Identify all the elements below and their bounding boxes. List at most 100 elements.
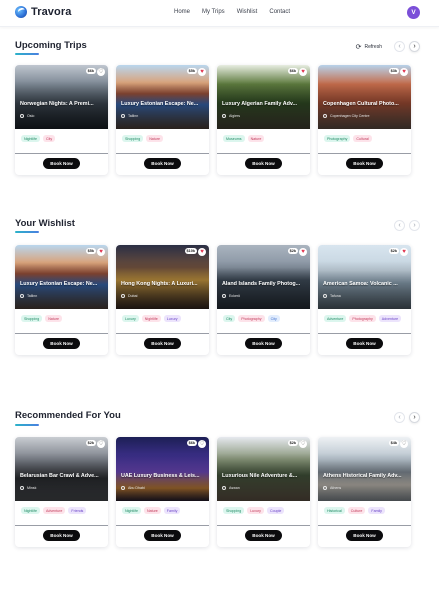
trip-title: American Samoa: Volcanic ...	[323, 281, 398, 287]
heart-icon[interactable]: ♡	[400, 440, 408, 448]
trip-image[interactable]: $2k ♡ Luxurious Nile Adventure &... Aswan	[217, 437, 310, 501]
book-now-button[interactable]: Book Now	[245, 158, 282, 169]
book-now-button[interactable]: Book Now	[346, 530, 383, 541]
nav-contact[interactable]: Contact	[269, 9, 290, 15]
tag-list: Nightlife City	[15, 129, 108, 153]
card-divider	[318, 525, 411, 526]
book-now-button[interactable]: Book Now	[43, 338, 80, 349]
trip-title: UAE Luxury Business & Leis...	[121, 473, 200, 479]
trip-card[interactable]: $5k ♥ Luxury Estonian Escape: Ne... Tallinn…	[15, 245, 108, 355]
nav-wishlist[interactable]: Wishlist	[237, 9, 258, 15]
heart-icon[interactable]: ♥	[299, 248, 307, 256]
book-now-button[interactable]: Book Now	[245, 338, 282, 349]
trip-location: Tafuna	[323, 294, 341, 298]
trip-card[interactable]: $6k ♡ UAE Luxury Business & Leis... Abu Dha…	[116, 437, 209, 547]
price-badge: $10k	[184, 248, 197, 254]
tag-list: Nightlife Adventure Friends	[15, 501, 108, 525]
heart-icon[interactable]: ♡	[97, 68, 105, 76]
carousel-prev-button[interactable]: ‹	[394, 412, 405, 423]
book-now-button[interactable]: Book Now	[245, 530, 282, 541]
image-overlay	[217, 245, 310, 309]
tag-chip: Family	[368, 507, 385, 514]
card-divider	[15, 525, 108, 526]
trip-title: Belarusian Bar Crawl & Adve...	[20, 473, 99, 479]
trip-card[interactable]: $2k ♡ Luxurious Nile Adventure &... Aswan Sh…	[217, 437, 310, 547]
price-badge: $2k	[287, 440, 298, 446]
refresh-button[interactable]: ⟳ Refresh	[356, 43, 382, 51]
card-divider	[217, 153, 310, 154]
location-pin-icon	[222, 294, 226, 298]
book-now-button[interactable]: Book Now	[144, 158, 181, 169]
nav-home[interactable]: Home	[174, 9, 190, 15]
trip-image[interactable]: $6k ♡ UAE Luxury Business & Leis... Abu Dha…	[116, 437, 209, 501]
location-pin-icon	[323, 294, 327, 298]
trip-card[interactable]: $6k ♡ Norwegian Nights: A Premi... Oslo Nigh…	[15, 65, 108, 175]
location-pin-icon	[20, 114, 24, 118]
trip-image[interactable]: $6k ♥ Luxury Algerian Family Adv... Algiers	[217, 65, 310, 129]
trip-image[interactable]: $4k ♡ Athens Historical Family Adv... Athen…	[318, 437, 411, 501]
heart-icon[interactable]: ♡	[299, 440, 307, 448]
trip-image[interactable]: $5k ♥ Luxury Estonian Escape: Ne... Tallinn	[116, 65, 209, 129]
location-label: Tafuna	[330, 294, 341, 298]
carousel-prev-button[interactable]: ‹	[394, 220, 405, 231]
carousel-next-button[interactable]: ›	[409, 412, 420, 423]
tag-chip: Museums	[223, 135, 245, 142]
globe-logo-icon	[15, 6, 27, 18]
trip-card[interactable]: $5k ♥ Luxury Estonian Escape: Ne... Tallinn…	[116, 65, 209, 175]
heart-icon[interactable]: ♡	[198, 440, 206, 448]
book-now-button[interactable]: Book Now	[346, 338, 383, 349]
trip-image[interactable]: $10k ♥ Hong Kong Nights: A Luxuri... Dubai	[116, 245, 209, 309]
trip-image[interactable]: $2k ♡ Belarusian Bar Crawl & Adve... Minsk	[15, 437, 108, 501]
heart-icon[interactable]: ♥	[400, 248, 408, 256]
tag-list: City Photography City	[217, 309, 310, 333]
book-now-button[interactable]: Book Now	[346, 158, 383, 169]
location-pin-icon	[20, 294, 24, 298]
location-label: Algiers	[229, 114, 240, 118]
tag-chip: City	[267, 315, 280, 322]
image-overlay	[116, 437, 209, 501]
tag-chip: Photography	[349, 315, 376, 322]
trip-image[interactable]: $2k ♥ Åland Islands Family Photog... Eckerö	[217, 245, 310, 309]
tag-chip: Nature	[247, 135, 265, 142]
heart-icon[interactable]: ♥	[198, 68, 206, 76]
nav-my-trips[interactable]: My Trips	[202, 9, 225, 15]
trip-card[interactable]: $4k ♡ Athens Historical Family Adv... Athen…	[318, 437, 411, 547]
heart-icon[interactable]: ♥	[400, 68, 408, 76]
trip-location: Abu Dhabi	[121, 486, 145, 490]
image-overlay	[318, 245, 411, 309]
book-now-button[interactable]: Book Now	[43, 158, 80, 169]
user-avatar[interactable]: V	[407, 6, 420, 19]
brand[interactable]: Travora	[15, 6, 71, 18]
carousel-next-button[interactable]: ›	[409, 220, 420, 231]
location-label: Dubai	[128, 294, 138, 298]
image-overlay	[116, 245, 209, 309]
trip-card[interactable]: $2k ♥ American Samoa: Volcanic ... Tafuna Ad…	[318, 245, 411, 355]
image-overlay	[318, 65, 411, 129]
trip-card[interactable]: $6k ♥ Luxury Algerian Family Adv... Algiers…	[217, 65, 310, 175]
trip-image[interactable]: $5k ♥ Luxury Estonian Escape: Ne... Tallinn	[15, 245, 108, 309]
tag-list: Shopping Nature	[116, 129, 209, 153]
trip-image[interactable]: $6k ♡ Norwegian Nights: A Premi... Oslo	[15, 65, 108, 129]
card-divider	[217, 333, 310, 334]
heart-icon[interactable]: ♡	[97, 440, 105, 448]
tag-chip: Luxury	[247, 507, 264, 514]
trip-card[interactable]: $2k ♡ Belarusian Bar Crawl & Adve... Minsk N…	[15, 437, 108, 547]
section-underline	[15, 231, 39, 233]
book-now-button[interactable]: Book Now	[43, 530, 80, 541]
trip-card[interactable]: $10k ♥ Hong Kong Nights: A Luxuri... Dubai L…	[116, 245, 209, 355]
refresh-icon: ⟳	[355, 43, 362, 51]
heart-icon[interactable]: ♥	[299, 68, 307, 76]
trip-card[interactable]: $2k ♥ Åland Islands Family Photog... Eckerö…	[217, 245, 310, 355]
trip-title: Åland Islands Family Photog...	[222, 281, 301, 287]
book-now-button[interactable]: Book Now	[144, 530, 181, 541]
heart-icon[interactable]: ♥	[97, 248, 105, 256]
carousel-next-button[interactable]: ›	[409, 41, 420, 52]
trip-image[interactable]: $2k ♥ American Samoa: Volcanic ... Tafuna	[318, 245, 411, 309]
trip-card[interactable]: $3k ♥ Copenhagen Cultural Photo... Copenhag…	[318, 65, 411, 175]
heart-icon[interactable]: ♥	[198, 248, 206, 256]
carousel-prev-button[interactable]: ‹	[394, 41, 405, 52]
trip-title: Norwegian Nights: A Premi...	[20, 101, 94, 107]
price-badge: $3k	[388, 68, 399, 74]
trip-image[interactable]: $3k ♥ Copenhagen Cultural Photo... Copenhag…	[318, 65, 411, 129]
book-now-button[interactable]: Book Now	[144, 338, 181, 349]
